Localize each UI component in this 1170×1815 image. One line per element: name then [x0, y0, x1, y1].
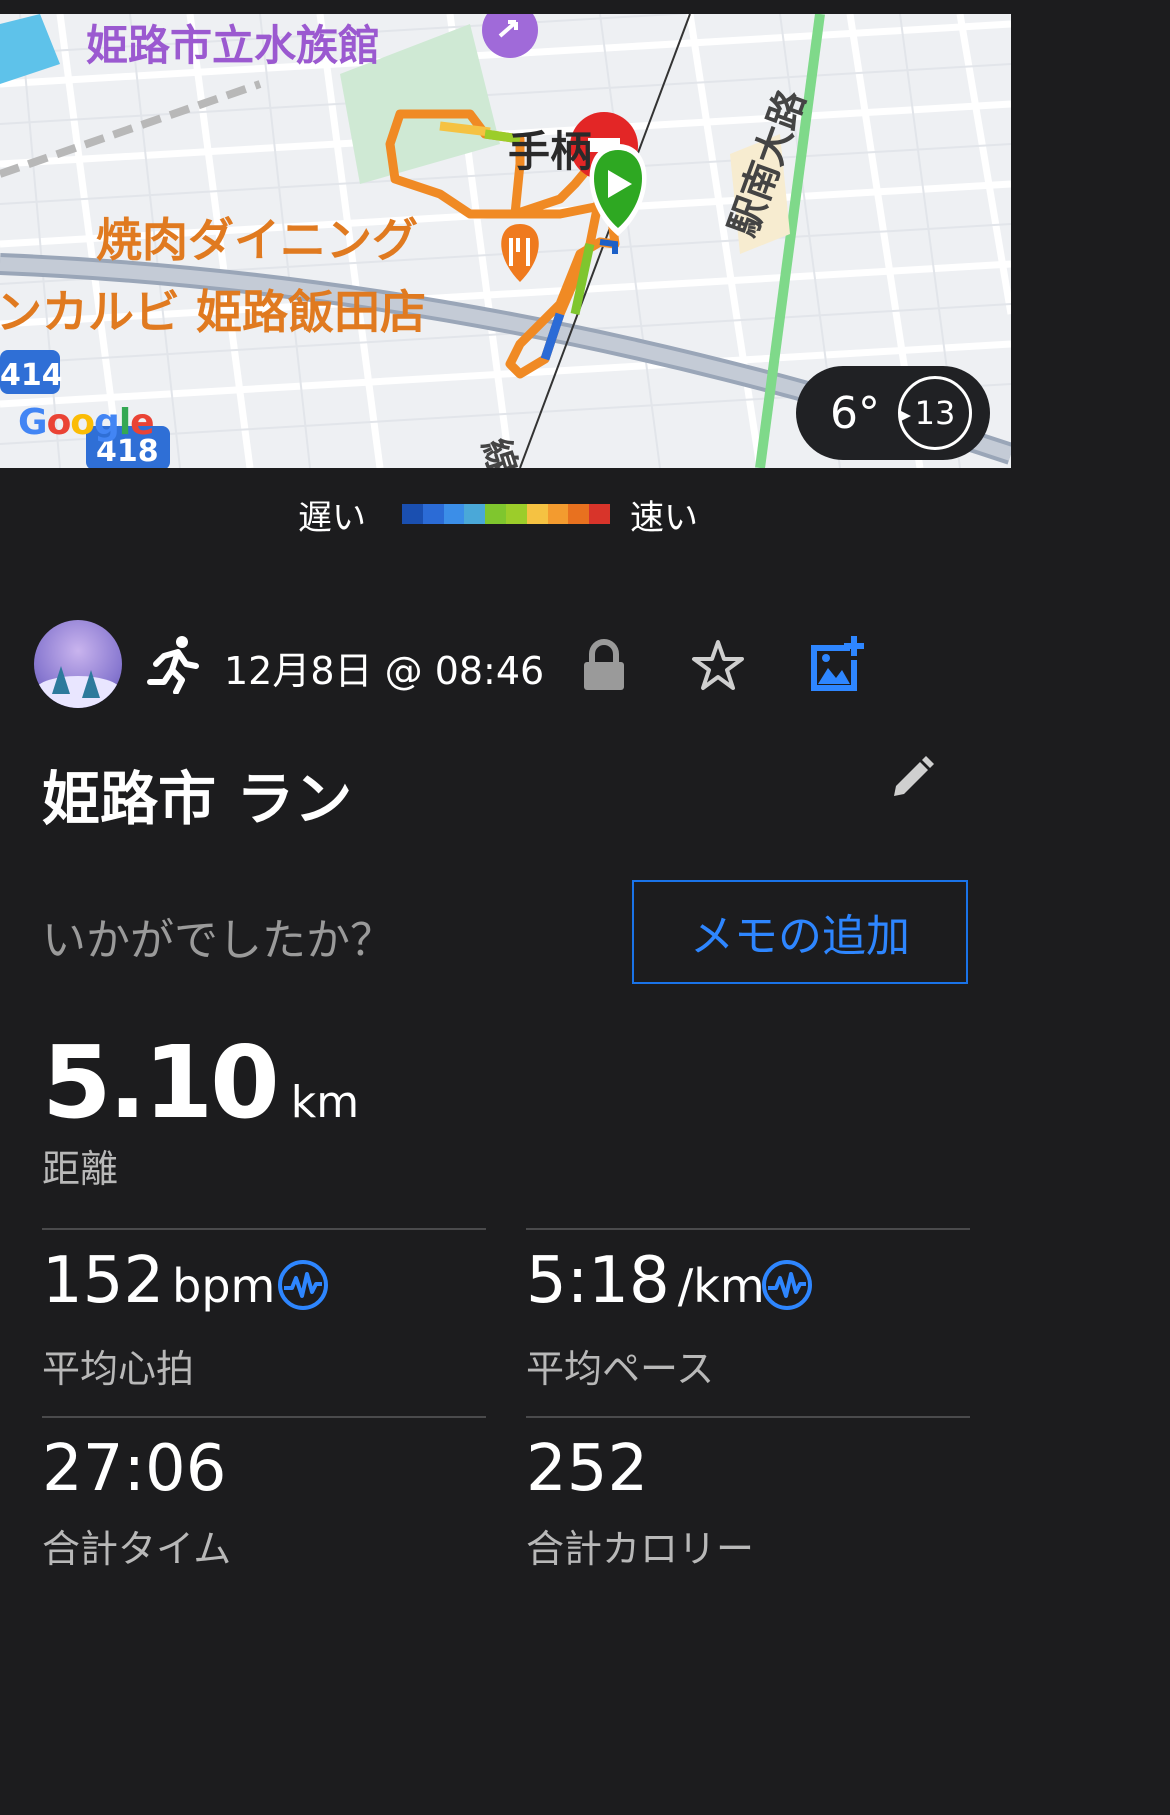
distance-stat: 5.10 km — [42, 1024, 359, 1141]
pace-legend: 遅い 速い — [0, 490, 1011, 538]
add-memo-button[interactable]: メモの追加 — [632, 880, 968, 984]
wind-speed-icon: 13 — [898, 376, 972, 450]
google-logo: Google — [18, 402, 155, 443]
map-label-restaurant-line1[interactable]: 焼肉ダイニング — [96, 204, 418, 270]
total-time-stat[interactable]: 27:06 合計タイム — [42, 1416, 486, 1588]
running-icon — [147, 636, 199, 694]
status-bar-strip — [0, 0, 1011, 14]
legend-color-bar — [402, 504, 610, 524]
heart-rate-unit: bpm — [172, 1259, 276, 1313]
legend-fast-label: 速い — [630, 498, 698, 538]
star-icon[interactable] — [690, 638, 746, 692]
avatar[interactable] — [34, 620, 122, 708]
edit-pencil-icon[interactable] — [888, 754, 936, 802]
total-time-value: 27:06 — [42, 1432, 227, 1506]
legend-slow-label: 遅い — [298, 498, 366, 538]
pace-unit: /km — [677, 1259, 765, 1313]
temperature-text: 6° — [830, 387, 880, 439]
pulse-icon — [278, 1260, 328, 1310]
pace-label: 平均ペース — [526, 1347, 715, 1391]
map-label-aquarium[interactable]: 姫路市立水族館 — [86, 14, 380, 73]
add-photo-icon[interactable] — [806, 634, 866, 694]
route-badge-414: 414 — [0, 358, 63, 393]
activity-header: 12月8日 @ 08:46 — [34, 620, 974, 710]
map-label-station: 手柄 — [508, 127, 593, 176]
calories-value: 252 — [526, 1432, 649, 1506]
activity-datetime: 12月8日 @ 08:46 — [224, 649, 545, 693]
pace-value: 5:18 — [526, 1244, 670, 1318]
heart-rate-label: 平均心拍 — [42, 1347, 195, 1391]
route-map[interactable]: 姫路市立水族館 焼肉ダイニング ンカルビ 姫路飯田店 手柄 駅南大路 線 414… — [0, 14, 1011, 468]
activity-title: 姫路市 ラン — [42, 765, 353, 833]
heart-rate-value: 152 — [42, 1244, 165, 1318]
distance-label: 距離 — [42, 1147, 119, 1191]
map-label-restaurant-line2[interactable]: ンカルビ 姫路飯田店 — [0, 276, 426, 342]
pace-stat[interactable]: 5:18/km 平均ペース — [526, 1228, 970, 1400]
calories-stat[interactable]: 252 合計カロリー — [526, 1416, 970, 1588]
distance-unit: km — [290, 1077, 360, 1128]
pulse-icon — [762, 1260, 812, 1310]
weather-badge: 6° 13 — [796, 366, 990, 460]
heart-rate-stat[interactable]: 152 bpm 平均心拍 — [42, 1228, 486, 1400]
calories-label: 合計カロリー — [526, 1527, 755, 1571]
distance-value: 5.10 — [42, 1024, 280, 1141]
total-time-label: 合計タイム — [42, 1527, 232, 1571]
feedback-prompt: いかがでしたか？ — [42, 915, 394, 966]
lock-icon[interactable] — [582, 638, 626, 692]
